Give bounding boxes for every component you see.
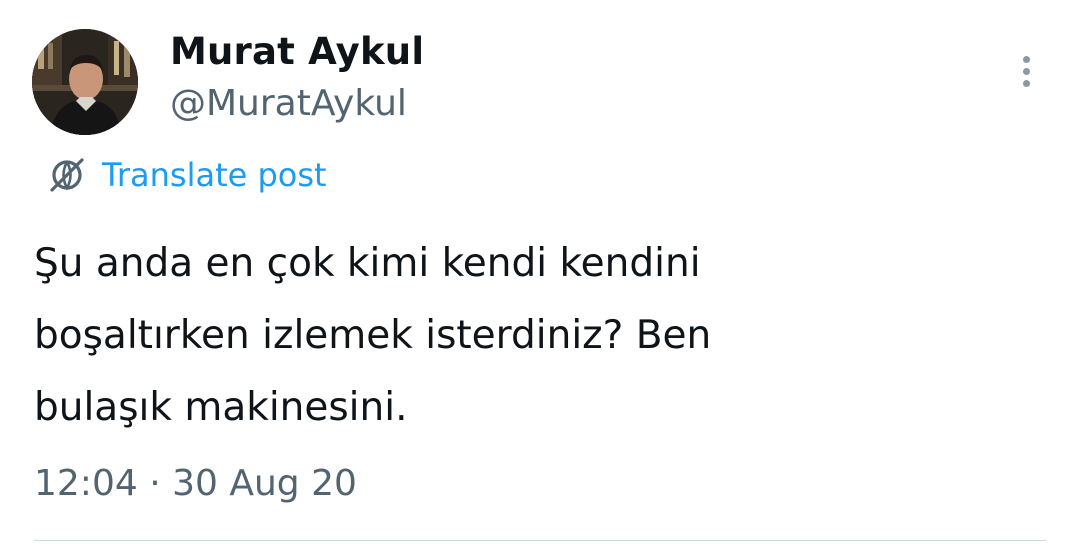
post-text-line: boşaltırken izlemek isterdiniz? Ben — [34, 313, 712, 358]
post-metadata: 12:04 · 30 Aug 20 — [34, 458, 357, 510]
user-handle[interactable]: @MuratAykul — [170, 82, 407, 126]
divider — [34, 540, 1046, 541]
more-vertical-icon-dot — [1023, 68, 1030, 75]
avatar-photo — [32, 29, 138, 135]
tweet: Murat Aykul @MuratAykul Translate post Ş… — [0, 0, 1080, 544]
post-text-line: Şu anda en çok kimi kendi kendini — [34, 241, 701, 286]
avatar[interactable] — [32, 29, 138, 135]
more-options-button[interactable] — [1010, 50, 1044, 92]
translate-post-button[interactable]: Translate post — [44, 152, 327, 198]
display-name[interactable]: Murat Aykul — [170, 30, 424, 74]
post-text-line: bulaşık makinesini. — [34, 385, 408, 430]
post-text: Şu anda en çok kimi kendi kendini boşalt… — [34, 228, 1014, 444]
translate-post-label: Translate post — [102, 156, 327, 194]
post-time[interactable]: 12:04 — [34, 463, 138, 504]
globe-translate-icon — [50, 158, 84, 192]
post-date[interactable]: 30 Aug 20 — [172, 463, 357, 504]
more-vertical-icon — [1023, 56, 1030, 63]
meta-separator: · — [137, 463, 173, 504]
more-vertical-icon-dot — [1023, 80, 1030, 87]
